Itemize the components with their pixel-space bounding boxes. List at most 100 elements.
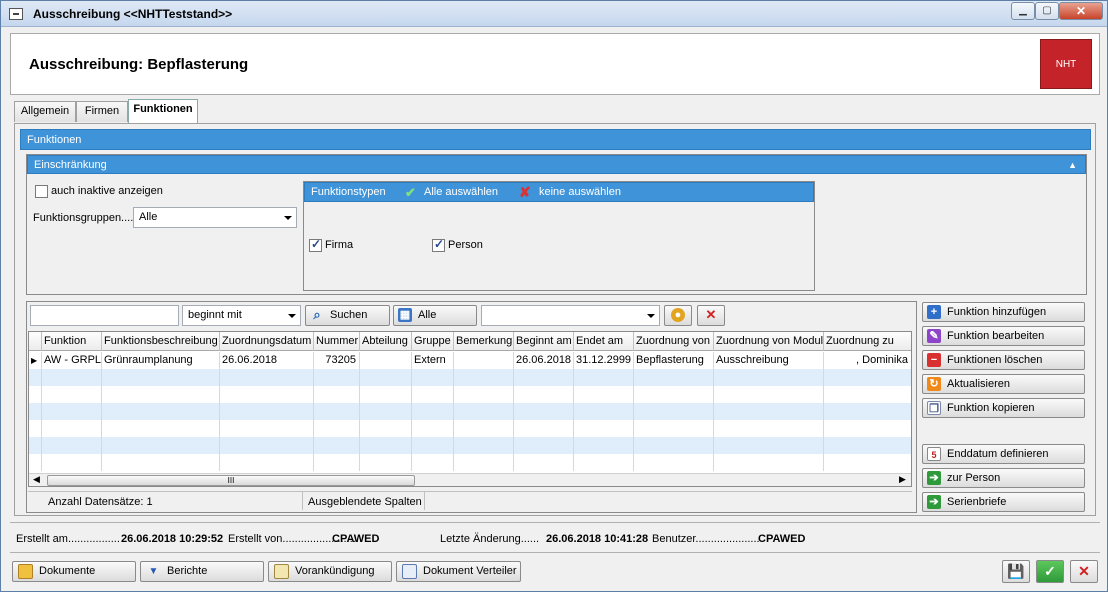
table-cell [102,420,220,437]
delete-functions-label: Funktionen löschen [947,354,1043,366]
table-cell [412,369,454,386]
copy-function-button[interactable]: ❐ Funktion kopieren [922,398,1085,418]
firma-checkbox[interactable] [309,237,322,252]
save-button[interactable]: 💾 [1002,560,1030,583]
table-cell [42,420,102,437]
delete-functions-button[interactable]: − Funktionen löschen [922,350,1085,370]
table-cell [102,403,220,420]
reports-button[interactable]: ▼ Berichte [140,561,264,582]
table-cell [42,437,102,454]
column-header[interactable]: Beginnt am [514,332,574,351]
check-icon: ✓ [1044,563,1056,579]
cancel-button[interactable]: ✕ [1070,560,1098,583]
hidden-columns[interactable]: Ausgeblendete Spalten [308,496,422,508]
document-distributor-button[interactable]: Dokument Verteiler [396,561,521,582]
row-indicator [29,454,42,471]
serial-letters-label: Serienbriefe [947,496,1007,508]
scroll-thumb[interactable]: III [47,475,415,486]
group-by-button[interactable]: ● [664,305,692,326]
column-header[interactable]: Abteilung [360,332,412,351]
ok-button[interactable]: ✓ [1036,560,1064,583]
section-title: Funktionen [27,134,82,146]
refresh-button[interactable]: ↻ Aktualisieren [922,374,1085,394]
table-cell [314,403,360,420]
scroll-right-icon[interactable]: ▶ [899,474,906,485]
to-person-button[interactable]: ➔ zur Person [922,468,1085,488]
window-menu-icon[interactable] [9,8,23,20]
table-cell [514,386,574,403]
serial-letters-button[interactable]: ➔ Serienbriefe [922,492,1085,512]
filter-select[interactable] [481,305,660,326]
check-icon[interactable]: ✔ [405,183,416,202]
column-header[interactable]: Funktionsbeschreibung [102,332,220,351]
table-row[interactable] [29,420,911,437]
group-label: Funktionsgruppen.... [33,212,134,224]
maximize-button[interactable]: ▢ [1035,2,1059,20]
record-count: Anzahl Datensätze: 1 [48,496,153,508]
documents-button[interactable]: Dokumente [12,561,136,582]
grid-status-bar: Anzahl Datensätze: 1 Ausgeblendete Spalt… [28,491,912,511]
info-bar: Erstellt am................. 26.06.2018 … [10,522,1100,553]
table-cell [714,454,824,471]
table-row[interactable] [29,386,911,403]
copy-function-label: Funktion kopieren [947,402,1035,414]
table-cell [714,369,824,386]
tab-firmen[interactable]: Firmen [76,101,128,122]
close-window-button[interactable]: ✕ [1059,2,1103,20]
table-row[interactable] [29,403,911,420]
column-header[interactable]: Zuordnung zu [824,332,911,351]
select-all-link[interactable]: Alle auswählen [424,183,498,202]
minimize-button[interactable]: ▁ [1011,2,1035,20]
edit-icon: ✎ [927,329,941,343]
changed-label: Letzte Änderung...... [440,533,540,545]
einschraenkung-header[interactable]: Einschränkung ▲ [27,155,1086,174]
define-end-date-button[interactable]: 5 Enddatum definieren [922,444,1085,464]
table-cell [824,420,911,437]
column-header[interactable]: Nummer [314,332,360,351]
all-button[interactable]: ▦ Alle [393,305,477,326]
funktionstypen-header: Funktionstypen ✔ Alle auswählen ✘ keine … [304,182,814,202]
table-cell [360,420,412,437]
table-cell [220,386,314,403]
table-cell [220,420,314,437]
group-select[interactable]: Alle [133,207,297,228]
horizontal-scrollbar[interactable]: ◀ III ▶ [29,473,911,486]
announcement-button[interactable]: Vorankündigung [268,561,392,582]
table-cell: , Dominika [824,352,911,369]
table-cell [574,454,634,471]
select-none-link[interactable]: keine auswählen [539,183,621,202]
inactive-checkbox[interactable] [35,185,48,198]
collapse-icon[interactable]: ▲ [1068,156,1077,174]
search-input[interactable] [30,305,179,326]
edit-function-button[interactable]: ✎ Funktion bearbeiten [922,326,1085,346]
add-function-button[interactable]: + Funktion hinzufügen [922,302,1085,322]
column-header[interactable]: Endet am [574,332,634,351]
column-header[interactable]: Zuordnung von Modul [714,332,824,351]
search-mode-select[interactable]: beginnt mit [182,305,301,326]
table-cell: 26.06.2018 [220,352,314,369]
to-person-label: zur Person [947,472,1001,484]
search-button[interactable]: ⌕ Suchen [305,305,390,326]
table-cell [360,369,412,386]
person-checkbox[interactable] [432,237,445,252]
column-header[interactable]: Gruppe [412,332,454,351]
divider [302,492,303,510]
table-cell [634,403,714,420]
table-row[interactable]: ▶ AW - GRPL Grünraumplanung 26.06.2018 73205… [29,352,911,369]
distributor-icon [402,564,417,579]
table-row[interactable] [29,369,911,386]
clear-filter-button[interactable]: ✕ [697,305,725,326]
column-header[interactable]: Bemerkung [454,332,514,351]
table-cell [360,454,412,471]
column-header[interactable]: Zuordnungsdatum [220,332,314,351]
search-mode-value: beginnt mit [188,309,242,321]
cross-icon[interactable]: ✘ [519,183,531,202]
tab-funktionen[interactable]: Funktionen [128,99,198,123]
table-row[interactable] [29,454,911,471]
scroll-left-icon[interactable]: ◀ [33,474,40,485]
table-cell [42,454,102,471]
column-header[interactable]: Funktion [42,332,102,351]
table-row[interactable] [29,437,911,454]
column-header[interactable]: Zuordnung von [634,332,714,351]
tab-allgemein[interactable]: Allgemein [14,101,76,122]
